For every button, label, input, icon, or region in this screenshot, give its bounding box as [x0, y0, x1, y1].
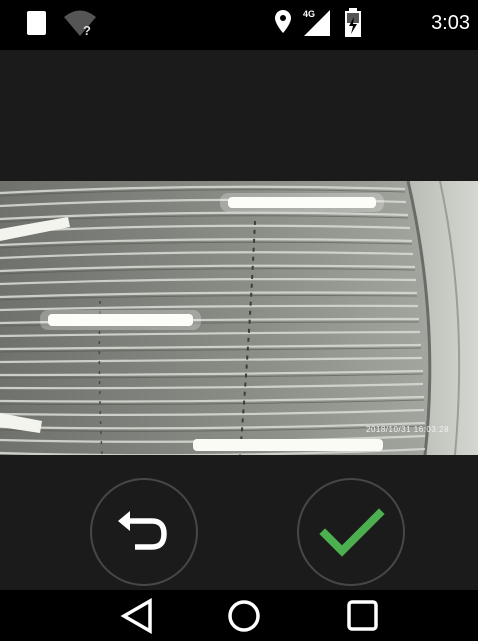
back-triangle-icon — [120, 597, 152, 635]
back-button[interactable] — [110, 596, 166, 636]
battery-charging-icon — [345, 8, 361, 37]
status-bar: ? 4G 3:03 — [0, 0, 478, 50]
checkmark-icon — [319, 508, 385, 557]
confirm-button[interactable] — [297, 478, 405, 586]
wifi-unknown-icon: ? — [64, 10, 96, 38]
home-circle-icon — [228, 600, 260, 632]
network-type-label: 4G — [303, 9, 316, 19]
retake-button[interactable] — [90, 478, 198, 586]
notification-icon — [27, 11, 46, 35]
navigation-bar — [0, 590, 478, 641]
svg-text:?: ? — [83, 23, 91, 38]
window-blinds-photo — [0, 181, 478, 455]
status-time: 3:03 — [431, 12, 470, 34]
undo-arrow-icon — [118, 511, 167, 550]
recents-button[interactable] — [335, 596, 391, 636]
camera-review-screen: ? 4G 3:03 2018/10/31 16:03:28 — [0, 0, 478, 641]
home-button[interactable] — [216, 596, 272, 636]
location-icon — [275, 10, 291, 33]
captured-photo-preview — [0, 181, 478, 455]
photo-timestamp: 2018/10/31 16:03:28 — [366, 425, 449, 434]
recents-square-icon — [347, 600, 378, 631]
